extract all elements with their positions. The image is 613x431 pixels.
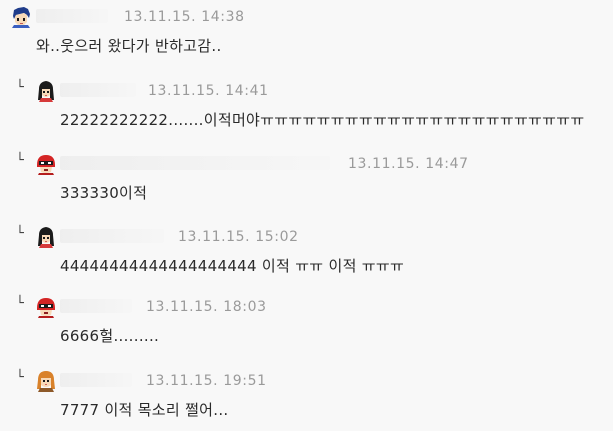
reply-arrow-icon: └ xyxy=(16,153,24,168)
comment-timestamp: 13.11.15. 19:51 xyxy=(146,373,267,389)
nickname-blurred xyxy=(60,83,136,97)
comment-timestamp: 13.11.15. 15:02 xyxy=(178,229,299,245)
reply-arrow-icon: └ xyxy=(16,296,24,311)
reply-arrow-icon: └ xyxy=(16,370,24,385)
comment-text: 44444444444444444444 이적 ㅠㅠ 이적 ㅠㅠㅠ xyxy=(60,257,405,275)
comment-timestamp: 13.11.15. 14:38 xyxy=(124,9,245,25)
comment-timestamp: 13.11.15. 14:47 xyxy=(348,156,469,172)
nickname-blurred xyxy=(60,373,132,387)
comment-header: └ 13.11.15. 14:47 xyxy=(0,153,613,177)
comment-text: 와..웃으러 왔다가 반하고감.. xyxy=(36,37,222,55)
girl-orange-hair-icon[interactable] xyxy=(35,370,57,392)
nickname-blurred xyxy=(36,9,108,23)
comment-text: 333330이적 xyxy=(60,184,148,202)
comment-header: └ 13.11.15. 18:03 xyxy=(0,296,613,320)
red-helmet-icon[interactable] xyxy=(35,153,57,175)
comment-text: 7777 이적 목소리 쩔어... xyxy=(60,401,229,419)
comment-timestamp: 13.11.15. 18:03 xyxy=(146,299,267,315)
comment-header: 13.11.15. 14:38 xyxy=(0,6,613,30)
girl-black-hair-icon[interactable] xyxy=(35,80,57,102)
comment-text: 22222222222.......이적머야ㅠㅠㅠㅠㅠㅠㅠㅠㅠㅠㅠㅠㅠㅠㅠㅠㅠㅠ… xyxy=(60,111,585,129)
nickname-blurred xyxy=(60,156,330,170)
comment-timestamp: 13.11.15. 14:41 xyxy=(148,83,269,99)
nickname-blurred xyxy=(60,299,132,313)
comment-header: └ 13.11.15. 14:41 xyxy=(0,80,613,104)
red-helmet-icon[interactable] xyxy=(35,296,57,318)
reply-arrow-icon: └ xyxy=(16,226,24,241)
boy-blue-hair-icon[interactable] xyxy=(10,6,32,28)
comment-header: └ 13.11.15. 19:51 xyxy=(0,370,613,394)
girl-black-hair-icon[interactable] xyxy=(35,226,57,248)
comment-header: └ 13.11.15. 15:02 xyxy=(0,226,613,250)
nickname-blurred xyxy=(60,229,164,243)
comment-text: 6666헐......... xyxy=(60,327,160,345)
reply-arrow-icon: └ xyxy=(16,80,24,95)
